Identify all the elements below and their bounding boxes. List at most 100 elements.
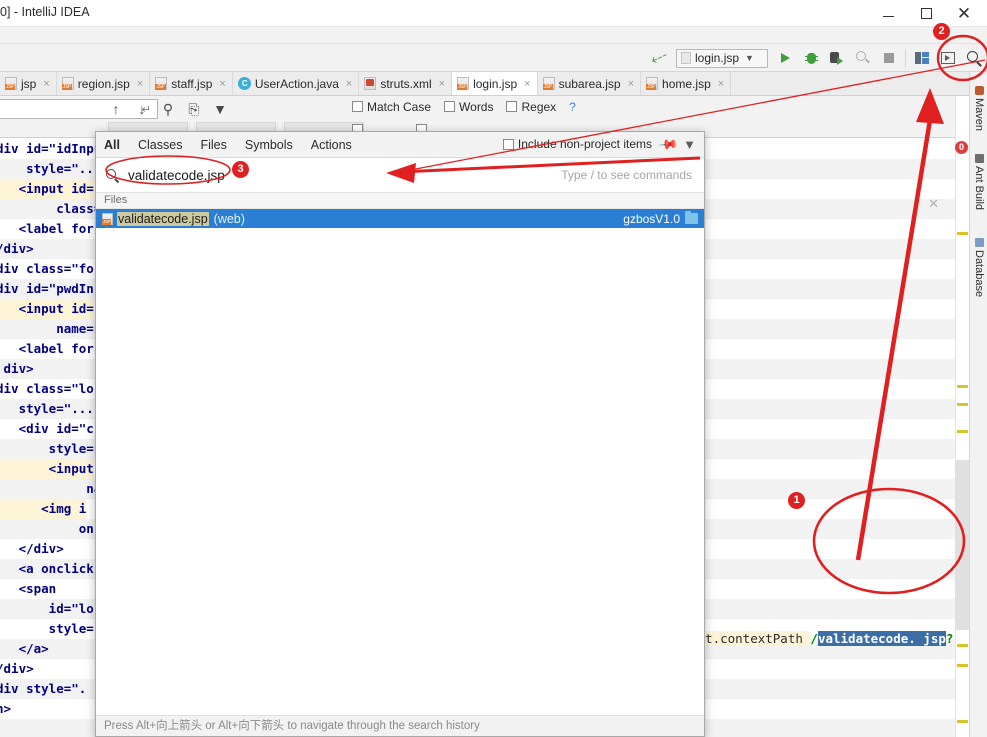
result-module: gzbosV1.0 [623, 211, 680, 226]
marker-stripe-mark[interactable] [957, 644, 968, 647]
close-button[interactable]: ✕ [945, 0, 983, 27]
error-count-badge[interactable]: 0 [955, 141, 968, 154]
code-line: div class="lo [0, 381, 94, 396]
tab-label: UserAction.java [254, 76, 339, 91]
close-icon[interactable]: × [628, 78, 634, 90]
regex-option[interactable]: Regex [506, 100, 556, 114]
search-results-empty-area [96, 228, 704, 714]
include-non-project-items-checkbox[interactable]: Include non-project items [502, 137, 652, 151]
tool-window-ant-build[interactable]: Ant Build [970, 150, 987, 210]
code-line: <label for [0, 221, 94, 236]
tab-classes[interactable]: Classes [138, 138, 182, 152]
marker-stripe-mark[interactable] [957, 430, 968, 433]
window-icon[interactable] [935, 45, 961, 71]
editor-tab-login-jsp[interactable]: login.jsp × [452, 72, 538, 95]
close-icon[interactable]: × [219, 78, 225, 90]
editor-tab-struts-xml[interactable]: struts.xml × [359, 72, 453, 95]
marker-stripe-mark[interactable] [957, 232, 968, 235]
filter-icon[interactable]: ▼ [683, 137, 696, 152]
select-all-occurrences-icon[interactable]: ⎘ [186, 101, 202, 118]
code-line: </div> [0, 541, 64, 556]
editor-tab-subarea-jsp[interactable]: subarea.jsp × [538, 72, 642, 95]
search-icon [106, 168, 120, 183]
include-non-project-items-label: Include non-project items [517, 137, 652, 151]
code-line: /div> [0, 241, 34, 256]
code-line: div class="fo [0, 261, 94, 276]
jsp-file-icon [155, 77, 168, 90]
marker-stripe-mark[interactable] [957, 720, 968, 723]
find-next-icon[interactable]: ↓ [134, 101, 150, 117]
run-icon[interactable] [772, 45, 798, 71]
help-icon[interactable]: ? [569, 100, 576, 114]
search-everywhere-dialog[interactable]: All Classes Files Symbols Actions Includ… [95, 131, 705, 737]
code-line: n> [0, 701, 12, 716]
build-hammer-icon[interactable]: ⤎ [646, 45, 672, 71]
run-configuration-selector[interactable]: login.jsp ▼ [676, 48, 768, 68]
result-group-header: Files [96, 193, 704, 209]
right-tool-window-bar: Maven Ant Build Database [969, 72, 987, 737]
editor-tab-home-jsp[interactable]: home.jsp × [641, 72, 732, 95]
tool-window-label: Ant Build [973, 166, 985, 211]
window-controls: ✕ [869, 0, 983, 27]
run-config-file-icon [681, 52, 691, 64]
match-case-option[interactable]: Match Case [352, 100, 431, 114]
search-everywhere-input-row[interactable]: validatecode.jsp Type / to see commands [96, 158, 704, 193]
marker-stripe-mark[interactable] [957, 403, 968, 406]
toolbar-divider [905, 49, 906, 67]
find-previous-icon[interactable]: ↑ [108, 101, 124, 117]
editor-tab-staff-jsp[interactable]: staff.jsp × [150, 72, 233, 95]
tab-files[interactable]: Files [200, 138, 226, 152]
editor-panel-close-icon[interactable]: ✕ [928, 196, 939, 212]
tool-window-maven[interactable]: Maven [970, 82, 987, 131]
tab-actions[interactable]: Actions [311, 138, 352, 152]
editor-tab-useraction-java[interactable]: UserAction.java × [233, 72, 360, 95]
code-line: name=" [0, 321, 102, 336]
code-prefix: est.contextPath [690, 631, 803, 646]
checkbox [444, 101, 456, 112]
tab-label: subarea.jsp [558, 76, 621, 91]
code-line: div id="pwdIn [0, 281, 94, 296]
marker-stripe[interactable] [955, 96, 969, 737]
close-icon[interactable]: × [524, 78, 530, 90]
words-option[interactable]: Words [444, 100, 493, 114]
code-suffix: ?' +M [945, 631, 955, 646]
code-line: div> [3, 361, 34, 376]
marker-stripe-mark[interactable] [957, 385, 968, 388]
editor-scrollbar-thumb[interactable] [955, 460, 969, 630]
pin-icon[interactable]: 📌 [657, 134, 679, 157]
search-everywhere-icon[interactable] [961, 45, 987, 71]
maven-icon [974, 86, 984, 95]
debug-icon[interactable] [798, 45, 824, 71]
tab-label: region.jsp [77, 76, 130, 91]
tab-symbols[interactable]: Symbols [245, 138, 293, 152]
minimize-button[interactable] [869, 0, 907, 27]
close-icon[interactable]: × [439, 78, 445, 90]
checkbox [352, 101, 363, 112]
code-line: on [0, 521, 94, 536]
close-icon[interactable]: × [43, 78, 49, 90]
editor-tab-region-jsp[interactable]: region.jsp × [57, 72, 151, 95]
result-row-validatecode-jsp[interactable]: validatecode.jsp (web) gzbosV1.0 [96, 209, 704, 228]
search-input-value[interactable]: validatecode.jsp [128, 168, 225, 183]
tab-all[interactable]: All [104, 138, 120, 152]
marker-stripe-mark[interactable] [957, 664, 968, 667]
find-all-icon[interactable]: ⚲ [160, 101, 176, 118]
title-bar: 0] - IntelliJ IDEA ✕ [0, 0, 987, 27]
code-line: <input id= [0, 299, 94, 319]
stop-icon [876, 45, 902, 71]
filter-icon[interactable]: ▼ [212, 101, 228, 117]
maximize-button[interactable] [907, 0, 945, 27]
run-with-coverage-icon[interactable] [824, 45, 850, 71]
close-icon[interactable]: × [346, 78, 352, 90]
editor-tab[interactable]: jsp × [0, 72, 57, 95]
code-line: na [0, 481, 102, 496]
main-toolbar: ⤎ login.jsp ▼ [0, 44, 987, 72]
code-line: div id="idInpu [0, 141, 102, 156]
close-icon[interactable]: × [137, 78, 143, 90]
layout-icon[interactable] [909, 45, 935, 71]
tool-window-label: Database [973, 250, 985, 298]
tool-window-database[interactable]: Database [970, 234, 987, 297]
close-icon[interactable]: × [718, 78, 724, 90]
search-commands-hint: Type / to see commands [561, 168, 692, 182]
code-line: <div id="c [0, 421, 94, 436]
